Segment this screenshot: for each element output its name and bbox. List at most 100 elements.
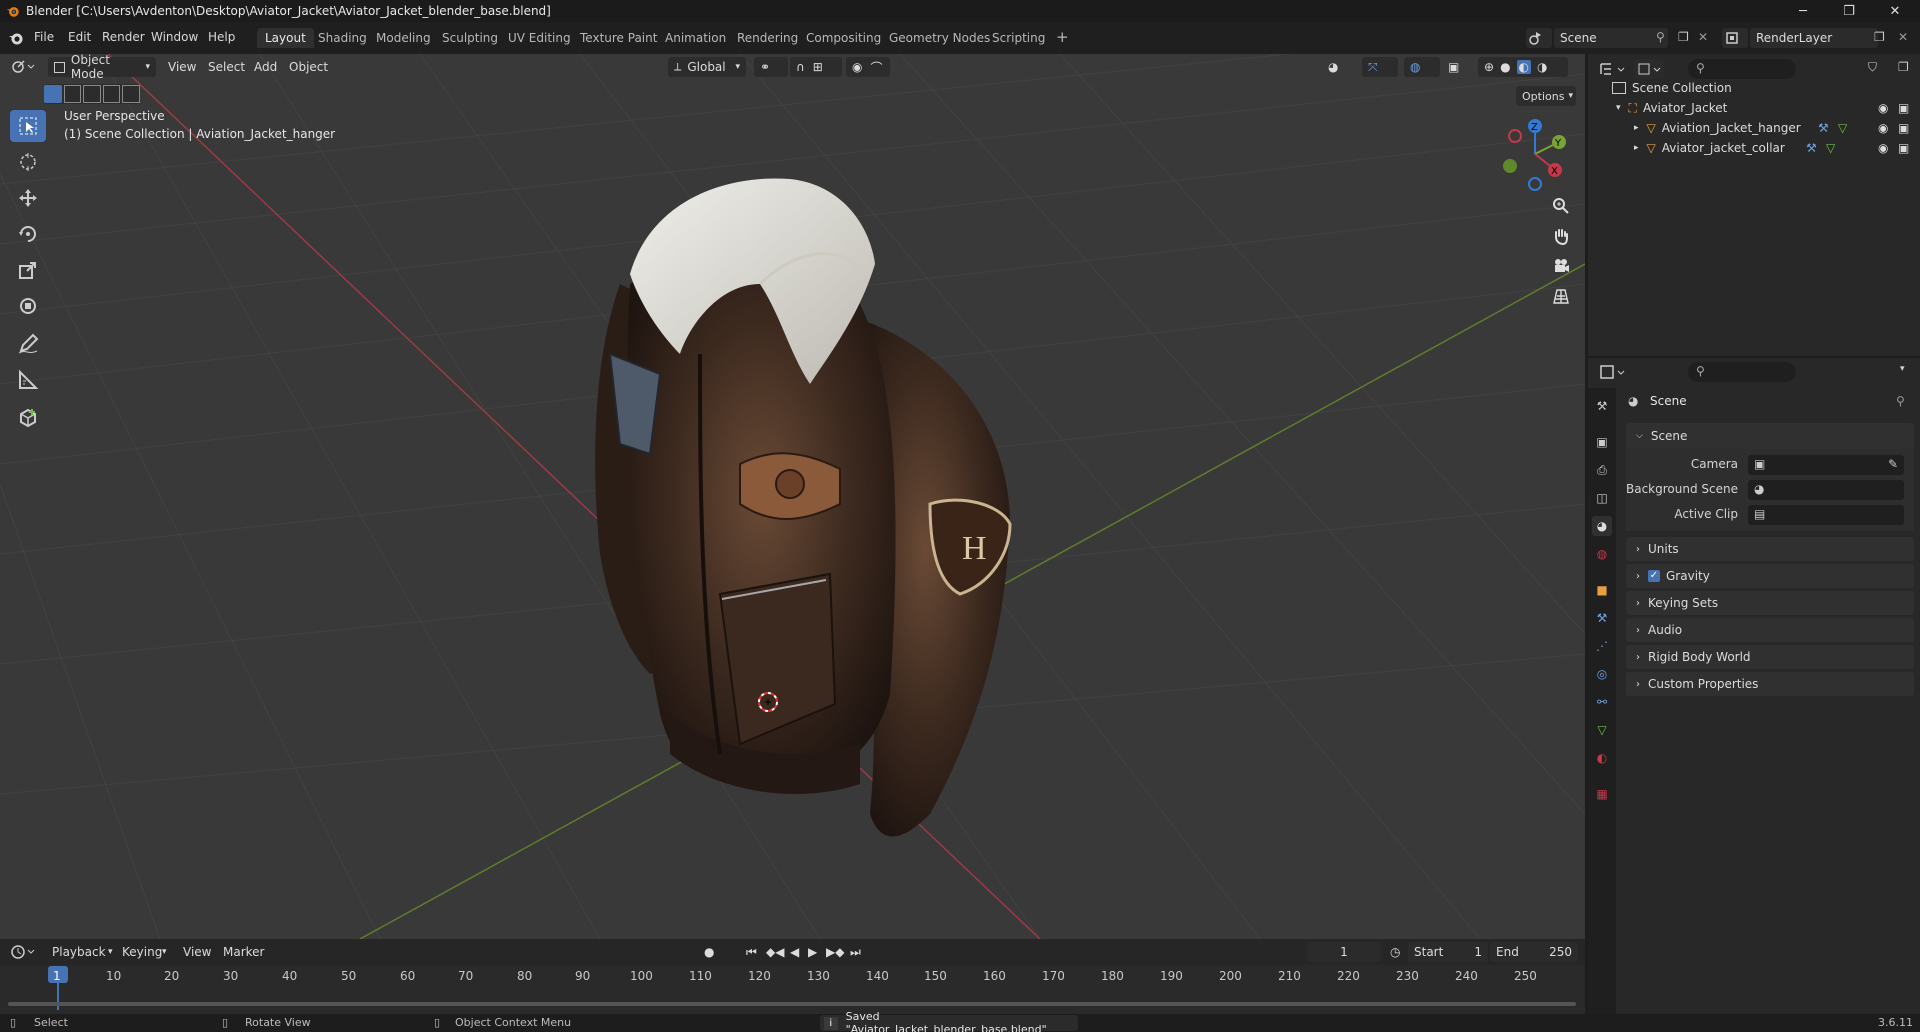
tab-scripting[interactable]: Scripting xyxy=(984,28,1053,48)
delete-scene-icon[interactable]: ✕ xyxy=(1698,30,1708,44)
camera-field[interactable]: ▣ ✎ xyxy=(1748,455,1904,475)
outliner-editor-type-icon[interactable] xyxy=(1598,59,1628,79)
scene-panel-header[interactable]: ⌵ Scene xyxy=(1626,423,1914,449)
tool-tab-icon[interactable]: ⚒ xyxy=(1592,396,1612,416)
tab-sculpting[interactable]: Sculpting xyxy=(434,28,506,48)
timeline-menu-playback[interactable]: Playback xyxy=(52,942,106,962)
timeline-editor-type-icon[interactable] xyxy=(10,942,36,962)
mesh-data-icon[interactable]: ▽ xyxy=(1826,141,1835,155)
annotate-tool[interactable] xyxy=(10,328,46,360)
menu-render[interactable]: Render xyxy=(102,30,145,44)
world-tab-icon[interactable]: ◍ xyxy=(1592,544,1612,564)
outliner-row-scene-collection[interactable]: Scene Collection xyxy=(1588,78,1920,98)
menu-file[interactable]: File xyxy=(34,30,54,44)
viewport-menu-add[interactable]: Add xyxy=(254,57,277,77)
scale-tool[interactable] xyxy=(10,254,46,286)
constraints-tab-icon[interactable]: ⚯ xyxy=(1592,692,1612,712)
output-tab-icon[interactable]: ⎙ xyxy=(1592,460,1612,480)
properties-search-input[interactable]: ⚲ xyxy=(1688,362,1796,382)
editor-type-icon[interactable] xyxy=(10,57,36,77)
material-tab-icon[interactable]: ◐ xyxy=(1592,748,1612,768)
render-camera-icon[interactable]: ▣ xyxy=(1898,121,1909,135)
object-mode-dropdown[interactable]: Object Mode ▾ xyxy=(48,53,156,81)
jump-start-icon[interactable]: ⏮ xyxy=(746,942,757,962)
pin-icon[interactable]: ⚲ xyxy=(1656,30,1665,44)
proportional-edit-dropdown[interactable]: ◉ ⌒ xyxy=(846,57,890,77)
record-keyframe-icon[interactable]: ● xyxy=(704,942,714,962)
view-layer-selector-icon[interactable] xyxy=(1722,28,1748,48)
expand-arrow-icon[interactable]: ▾ xyxy=(1616,103,1621,113)
menu-window[interactable]: Window xyxy=(151,30,198,44)
scene-selector-icon[interactable] xyxy=(1526,28,1552,48)
modifiers-tab-icon[interactable]: ⚒ xyxy=(1592,608,1612,628)
status-report[interactable]: i Saved "Aviator_Jacket_blender_base.ble… xyxy=(820,1010,1078,1032)
new-scene-icon[interactable]: ❐ xyxy=(1678,30,1689,44)
perspective-toggle-icon[interactable] xyxy=(1547,282,1575,310)
scene-field[interactable]: Scene xyxy=(1554,28,1668,48)
extend-selection-icon[interactable] xyxy=(63,85,82,103)
options-dropdown[interactable]: Options ▾ xyxy=(1516,86,1576,106)
delete-view-layer-icon[interactable]: ✕ xyxy=(1898,30,1908,44)
blender-menu-icon[interactable] xyxy=(8,30,24,46)
tab-compositing[interactable]: Compositing xyxy=(798,28,889,48)
units-panel[interactable]: › Units xyxy=(1626,537,1914,561)
visibility-eye-icon[interactable]: ◉ xyxy=(1878,121,1888,135)
viewport-menu-select[interactable]: Select xyxy=(208,57,245,77)
subtract-selection-icon[interactable] xyxy=(83,85,101,103)
measure-tool[interactable] xyxy=(10,364,46,396)
jump-next-keyframe-icon[interactable]: ▶◆ xyxy=(826,942,844,962)
audio-panel[interactable]: › Audio xyxy=(1626,618,1914,642)
data-tab-icon[interactable]: ▽ xyxy=(1592,720,1612,740)
render-camera-icon[interactable]: ▣ xyxy=(1898,141,1909,155)
tab-layout[interactable]: Layout xyxy=(257,28,314,48)
solid-shading-icon[interactable]: ● xyxy=(1500,60,1510,74)
minimize-button[interactable]: ─ xyxy=(1780,0,1826,22)
add-cube-tool[interactable] xyxy=(10,402,46,434)
material-shading-icon[interactable]: ◐ xyxy=(1516,60,1532,74)
outliner[interactable]: ⚲ ⛉ ❐ Scene Collection ▾ ⛶ Aviator_Jacke… xyxy=(1588,54,1920,356)
new-collection-icon[interactable]: ❐ xyxy=(1898,60,1909,74)
transform-orientation-dropdown[interactable]: ⟂ Global ▾ xyxy=(668,57,746,77)
visibility-dropdown[interactable]: ◕ xyxy=(1328,57,1358,77)
transform-tool[interactable] xyxy=(10,290,46,322)
tab-animation[interactable]: Animation xyxy=(657,28,734,48)
move-tool[interactable] xyxy=(10,182,46,214)
cursor-tool[interactable] xyxy=(10,146,46,178)
close-button[interactable]: ✕ xyxy=(1872,0,1918,22)
set-new-selection-icon[interactable] xyxy=(44,85,62,103)
snap-dropdown[interactable]: ∩ ⊞ xyxy=(790,57,842,77)
modifier-wrench-icon[interactable]: ⚒ xyxy=(1818,121,1829,135)
jump-end-icon[interactable]: ⏭ xyxy=(850,942,861,962)
tab-uv-editing[interactable]: UV Editing xyxy=(500,28,579,48)
intersect-selection-icon[interactable] xyxy=(122,85,140,103)
end-frame-field[interactable]: End 250 xyxy=(1490,942,1578,962)
visibility-eye-icon[interactable]: ◉ xyxy=(1878,101,1888,115)
gizmo-toggle[interactable]: ⤧ xyxy=(1362,57,1398,77)
view-layer-tab-icon[interactable]: ◫ xyxy=(1592,488,1612,508)
gravity-checkbox[interactable]: ✓ xyxy=(1648,570,1660,582)
outliner-row-aviator-jacket[interactable]: ▾ ⛶ Aviator_Jacket ◉ ▣ xyxy=(1588,98,1920,118)
modifier-wrench-icon[interactable]: ⚒ xyxy=(1806,141,1817,155)
custom-properties-panel[interactable]: › Custom Properties xyxy=(1626,672,1914,696)
timeline-scrollbar[interactable] xyxy=(8,1002,1576,1006)
timeline-menu-marker[interactable]: Marker xyxy=(223,942,264,962)
rigid-body-world-panel[interactable]: › Rigid Body World xyxy=(1626,645,1914,669)
pivot-point-dropdown[interactable]: ⚭ xyxy=(754,57,788,77)
timeline-menu-keying[interactable]: Keying xyxy=(122,942,162,962)
tab-rendering[interactable]: Rendering xyxy=(729,28,806,48)
wireframe-shading-icon[interactable]: ⊕ xyxy=(1484,60,1494,74)
background-scene-field[interactable]: ◕ xyxy=(1748,480,1904,500)
overlay-toggle[interactable]: ◍ xyxy=(1404,57,1440,77)
invert-selection-icon[interactable] xyxy=(102,85,121,103)
outliner-row-jacket-collar[interactable]: ▸ ▽ Aviator_jacket_collar ⚒ ▽ ◉ ▣ xyxy=(1588,138,1920,158)
viewport-menu-view[interactable]: View xyxy=(168,57,196,77)
navigation-gizmo[interactable]: Z Y X xyxy=(1495,114,1575,194)
camera-view-icon[interactable] xyxy=(1547,252,1575,280)
tab-geometry-nodes[interactable]: Geometry Nodes xyxy=(881,28,998,48)
xray-toggle[interactable]: ▣ xyxy=(1448,57,1459,77)
physics-tab-icon[interactable]: ◎ xyxy=(1592,664,1612,684)
scene-tab-icon[interactable]: ◕ xyxy=(1592,516,1612,536)
tab-texture-paint[interactable]: Texture Paint xyxy=(572,28,665,48)
3d-viewport[interactable]: H User Perspective (1) Scene Collection … xyxy=(0,54,1585,939)
tab-shading[interactable]: Shading xyxy=(310,28,375,48)
